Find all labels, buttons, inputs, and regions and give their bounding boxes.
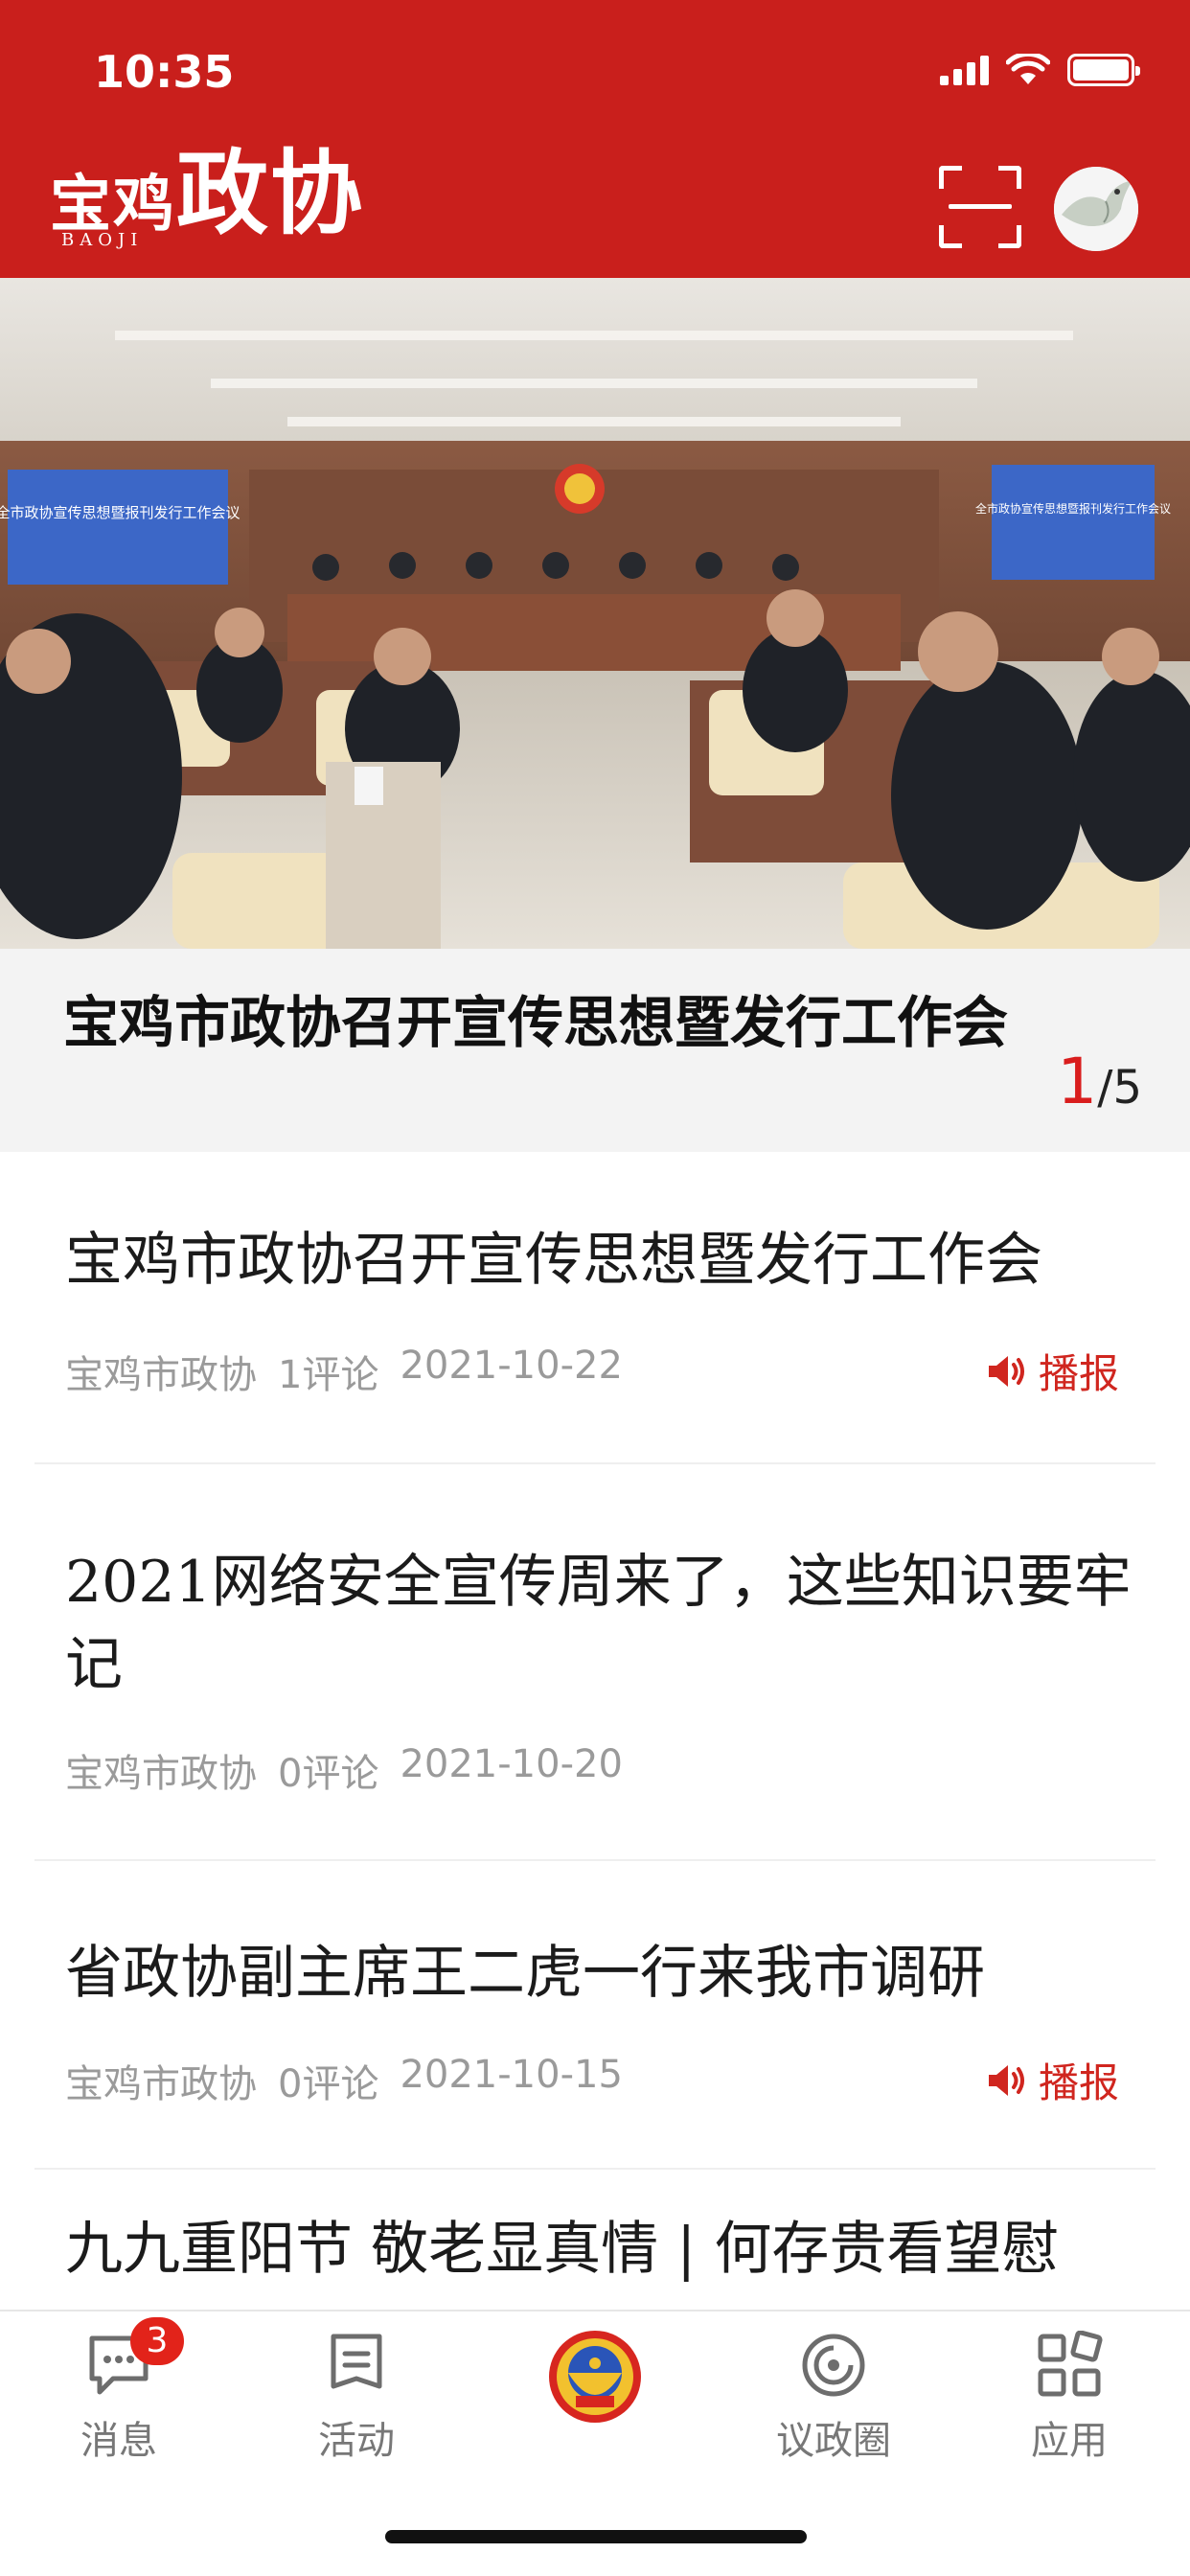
speaker-icon (988, 1355, 1024, 1387)
tab-label: 消息 (80, 2419, 157, 2463)
news-item-2[interactable]: 2021网络安全宣传周来了，这些知识要牢记 宝鸡市政协 0评论 2021-10-… (34, 1464, 1156, 1861)
speaker-icon (988, 2064, 1024, 2096)
tab-discussion-circle[interactable]: 议政圈 (757, 2331, 910, 2465)
tab-apps[interactable]: 应用 (993, 2330, 1146, 2465)
banner-pager: 1/5 (1057, 1045, 1142, 1118)
tab-home[interactable] (547, 2329, 643, 2425)
news-date: 2021-10-22 (400, 1344, 623, 1388)
news-comments: 1评论 (278, 1353, 379, 1397)
meeting-photo: 全市政协宣传思想暨报刊发行工作会议 全市政协宣传思想暨报刊发行工作会议 (0, 278, 1190, 949)
banner-image[interactable]: 全市政协宣传思想暨报刊发行工作会议 全市政协宣传思想暨报刊发行工作会议 (0, 278, 1190, 949)
pager-current: 1 (1057, 1045, 1098, 1118)
scan-icon (949, 204, 1012, 209)
status-time: 10:35 (94, 46, 235, 98)
banner-title[interactable]: 宝鸡市政协召开宣传思想暨发行工作会 (63, 978, 1008, 1058)
broadcast-label: 播报 (1038, 2059, 1119, 2106)
pager-total: /5 (1097, 1061, 1142, 1115)
tab-activities[interactable]: 活动 (280, 2331, 433, 2465)
circle-icon (802, 2334, 865, 2397)
news-item-1[interactable]: 宝鸡市政协召开宣传思想暨发行工作会 宝鸡市政协 1评论 2021-10-22 播… (34, 1152, 1156, 1464)
news-date: 2021-10-20 (400, 1742, 623, 1786)
logo-text-zhengxie: 政协 (176, 139, 364, 247)
news-title[interactable]: 宝鸡市政协召开宣传思想暨发行工作会 (65, 1219, 1138, 1301)
signal-icon (940, 55, 989, 85)
activity-icon (331, 2334, 382, 2389)
news-comments: 0评论 (278, 1752, 379, 1796)
tab-messages[interactable]: 3 消息 (42, 2317, 195, 2465)
news-item-3[interactable]: 省政协副主席王二虎一行来我市调研 宝鸡市政协 0评论 2021-10-15 播报 (34, 1861, 1156, 2170)
news-title[interactable]: 2021网络安全宣传周来了，这些知识要牢记 (65, 1541, 1138, 1706)
cppcc-emblem-icon (549, 2331, 641, 2423)
news-comments: 0评论 (278, 2062, 379, 2106)
news-meta: 宝鸡市政协 0评论 2021-10-15 (65, 2053, 623, 2108)
tab-label: 议政圈 (776, 2419, 891, 2463)
battery-icon (1067, 54, 1140, 86)
news-meta: 宝鸡市政协 0评论 2021-10-20 (65, 1742, 623, 1798)
news-source: 宝鸡市政协 (65, 1353, 257, 1397)
status-icons (940, 54, 1140, 86)
avatar[interactable] (1054, 167, 1138, 251)
tab-label: 应用 (1031, 2419, 1108, 2463)
apps-icon (1038, 2330, 1103, 2397)
wifi-icon (1006, 54, 1050, 84)
news-date: 2021-10-15 (400, 2053, 623, 2097)
app-logo: 宝鸡政协 BAOJI (50, 148, 364, 251)
dove-avatar-icon (1054, 167, 1138, 251)
news-title[interactable]: 省政协副主席王二虎一行来我市调研 (65, 1932, 1138, 2014)
screen-left-text: 全市政协宣传思想暨报刊发行工作会议 (0, 504, 240, 521)
broadcast-label: 播报 (1038, 1350, 1119, 1397)
banner-caption[interactable]: 宝鸡市政协召开宣传思想暨发行工作会 1/5 (0, 949, 1190, 1152)
tab-label: 活动 (318, 2419, 395, 2463)
news-meta: 宝鸡市政协 1评论 2021-10-22 (65, 1344, 623, 1399)
unread-badge: 3 (130, 2317, 184, 2365)
news-source: 宝鸡市政协 (65, 1752, 257, 1796)
broadcast-button[interactable]: 播报 (985, 1342, 1119, 1400)
screen-right-text: 全市政协宣传思想暨报刊发行工作会议 (975, 501, 1171, 516)
news-item-4[interactable]: 九九重阳节 敬老显真情 | 何存贵看望慰 (34, 2170, 1156, 2310)
home-indicator[interactable] (385, 2530, 807, 2543)
news-source: 宝鸡市政协 (65, 2062, 257, 2106)
news-title[interactable]: 九九重阳节 敬老显真情 | 何存贵看望慰 (65, 2208, 1138, 2290)
broadcast-button[interactable]: 播报 (985, 2051, 1119, 2109)
app-header: 10:35 宝鸡政协 BAOJI (0, 0, 1190, 278)
scan-button[interactable] (939, 166, 1021, 248)
logo-text-en: BAOJI (61, 230, 144, 250)
